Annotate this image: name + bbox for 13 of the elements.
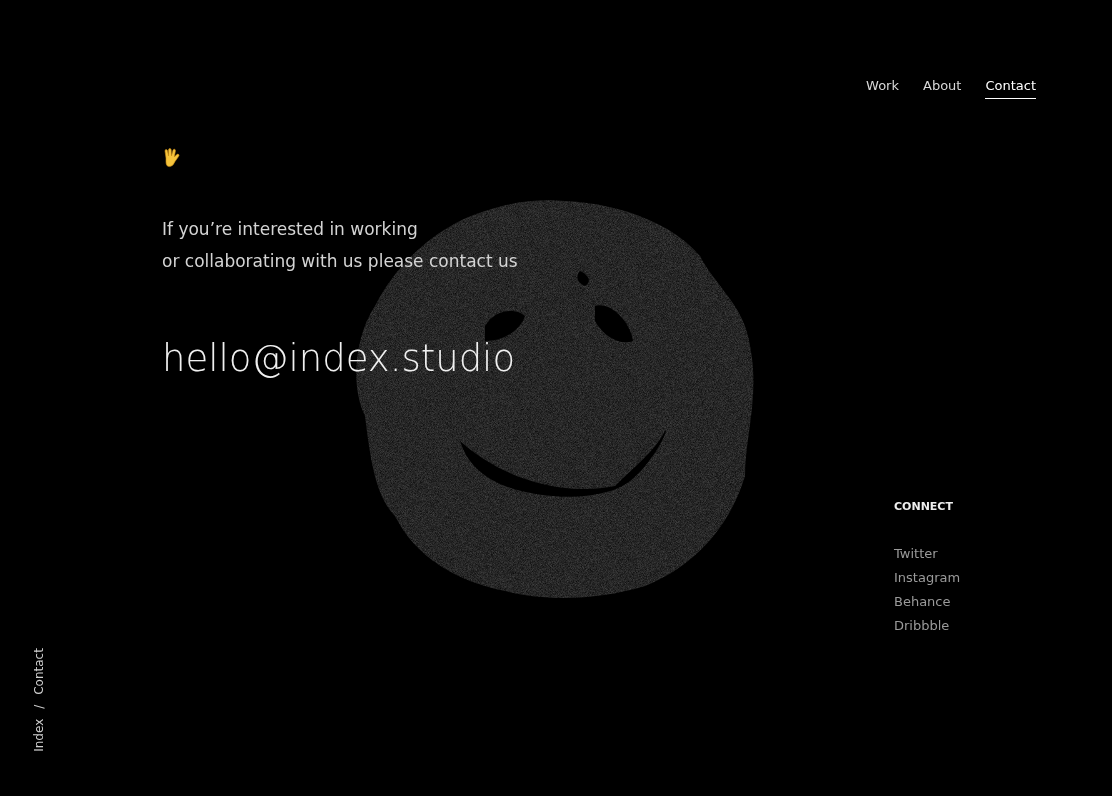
nav-link[interactable]: About xyxy=(923,78,962,99)
nav-link[interactable]: Work xyxy=(866,78,899,99)
breadcrumb-link[interactable]: Index xyxy=(32,718,46,752)
social-link[interactable]: Dribbble xyxy=(894,618,950,633)
social-link[interactable]: Twitter xyxy=(894,546,938,561)
social-link[interactable]: Behance xyxy=(894,594,951,609)
breadcrumb-separator: / xyxy=(32,704,46,709)
social-link[interactable]: Instagram xyxy=(894,570,961,585)
intro-text: If you’re interested in working or collaborating with us please contact us xyxy=(162,218,518,273)
email-link[interactable]: hello@index.studio xyxy=(162,337,516,380)
nav-link[interactable]: Contact xyxy=(985,78,1036,99)
connect-heading: CONNECT xyxy=(894,500,954,513)
breadcrumb-link[interactable]: Contact xyxy=(32,648,46,695)
